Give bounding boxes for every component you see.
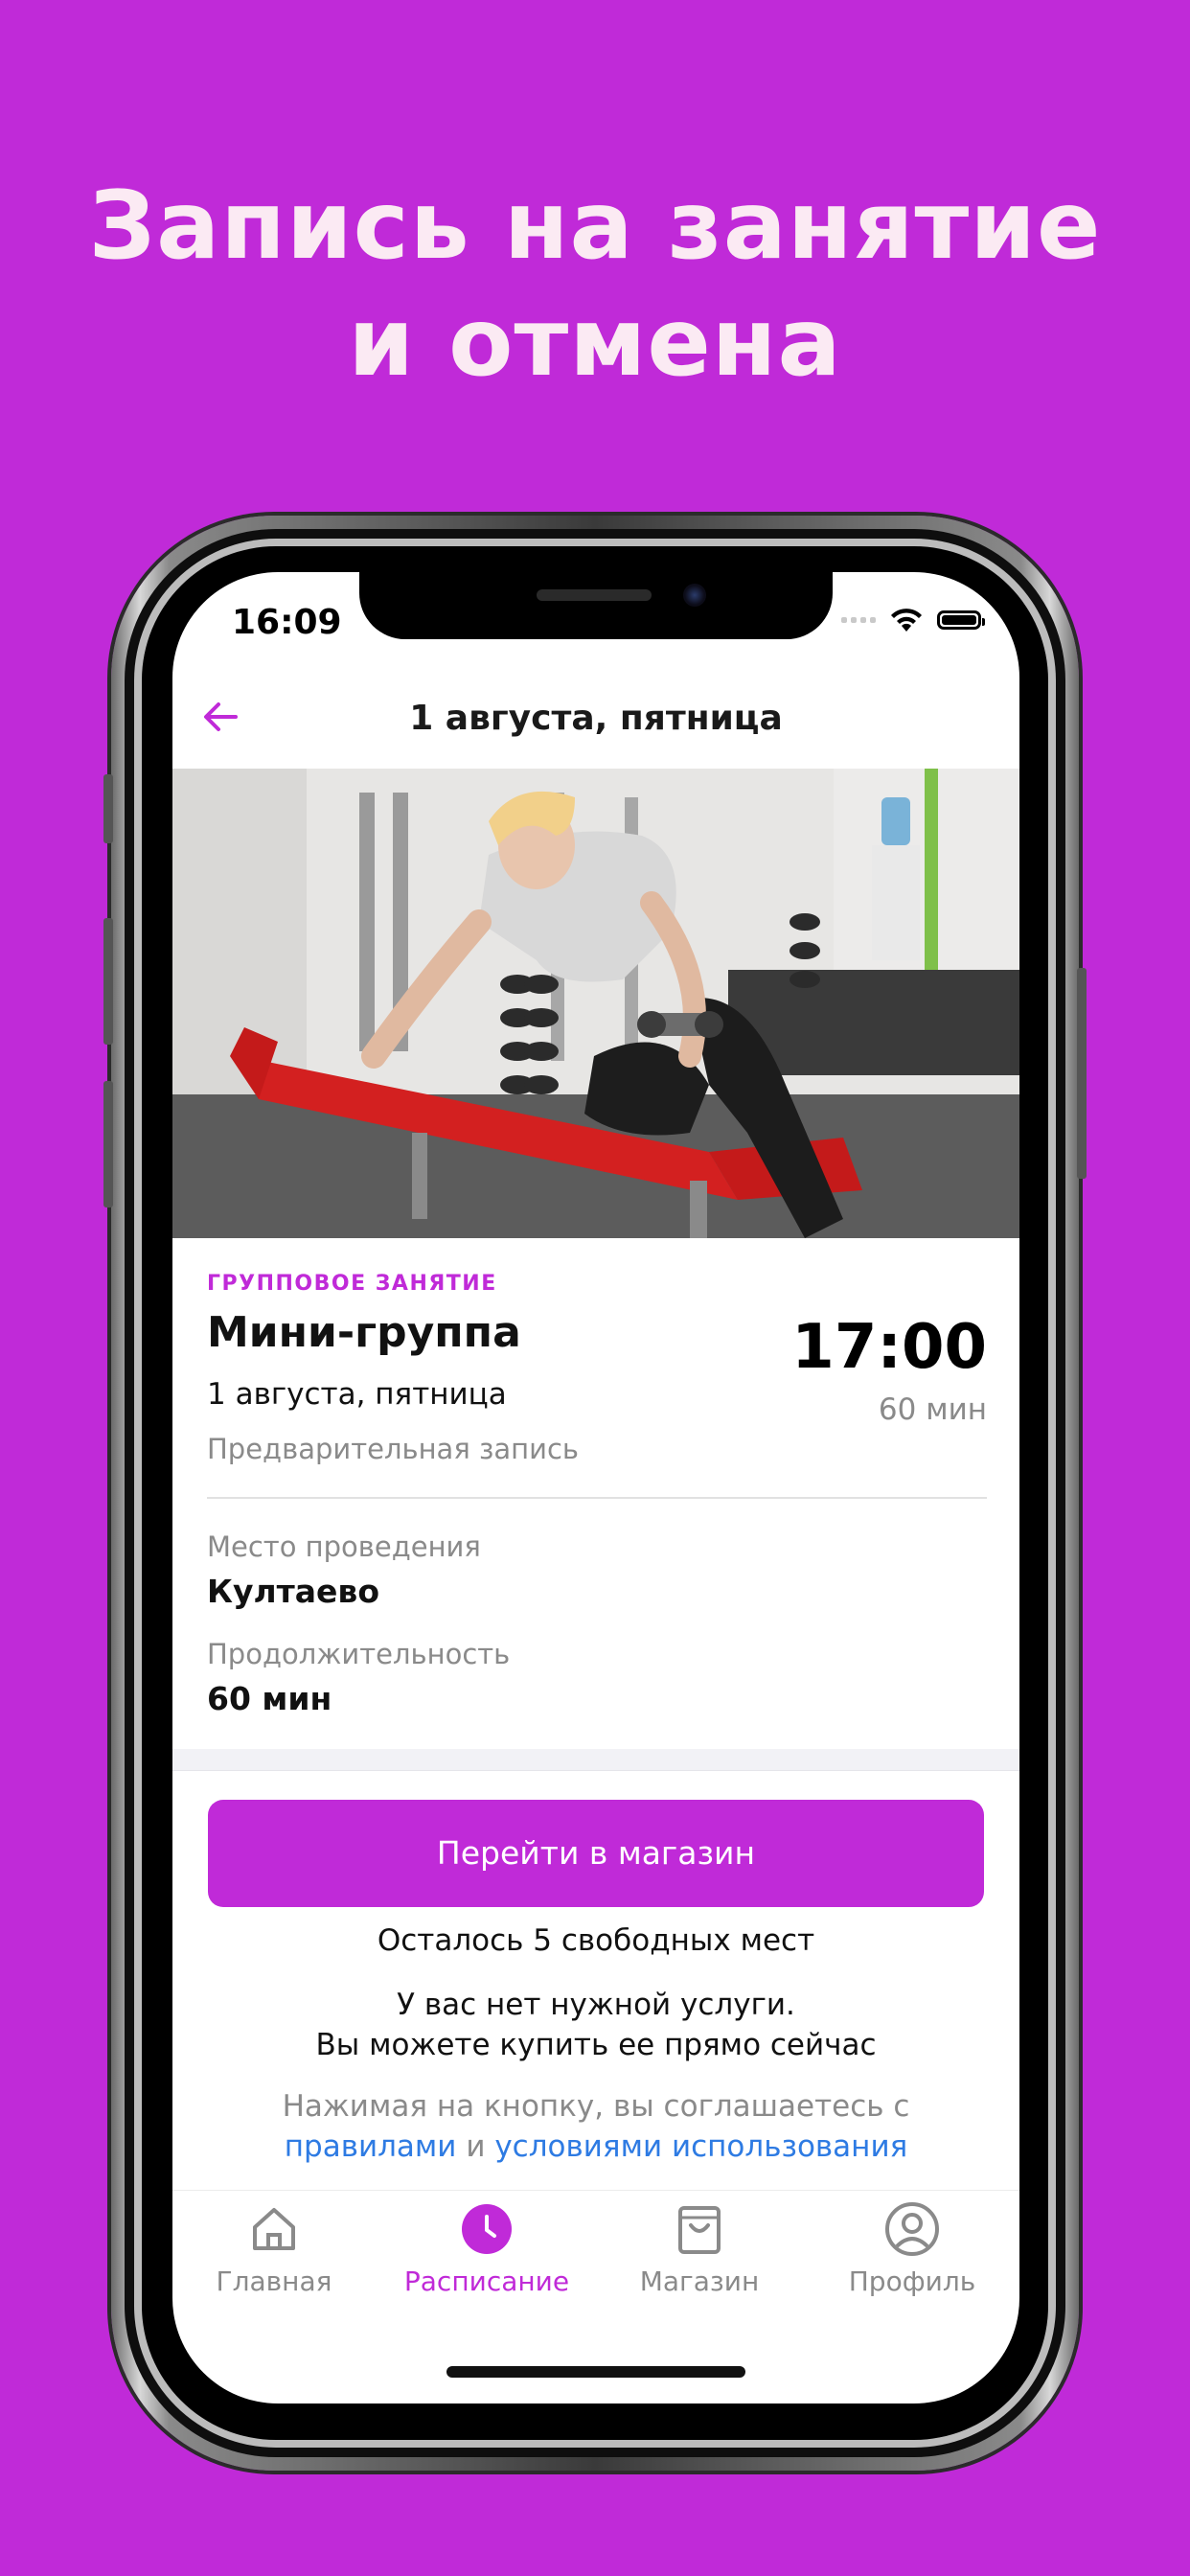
no-service-line-1: У вас нет нужной услуги. (397, 1988, 795, 2022)
tab-home-label: Главная (216, 2266, 332, 2297)
tab-profile[interactable]: Профиль (816, 2200, 1008, 2297)
place-label: Место проведения (207, 1530, 481, 1563)
clock-icon (458, 2200, 515, 2258)
tab-shop-label: Магазин (639, 2266, 760, 2297)
go-to-shop-button[interactable]: Перейти в магазин (208, 1800, 984, 1907)
duration-value: 60 мин (207, 1680, 332, 1717)
nav-bar: 1 августа, пятница (172, 678, 1019, 754)
free-seats-text: Осталось 5 свободных мест (377, 1923, 815, 1958)
tab-shop[interactable]: Магазин (604, 2200, 795, 2297)
tab-home[interactable]: Главная (178, 2200, 370, 2297)
class-info: ГРУППОВОЕ ЗАНЯТИЕ Мини-группа 1 августа,… (207, 1272, 987, 1465)
phone-mute-switch (103, 774, 113, 843)
signal-icon (841, 617, 876, 623)
home-indicator[interactable] (446, 2366, 745, 2378)
status-icons (841, 607, 985, 633)
camera (683, 584, 706, 607)
agreement-and: и (466, 2129, 486, 2164)
nav-title: 1 августа, пятница (409, 699, 783, 738)
class-photo (172, 769, 1019, 1238)
tab-schedule[interactable]: Расписание (391, 2200, 583, 2297)
app-screen: 16:09 1 августа, пятница ГРУППОВОЕ ЗАНЯТ… (172, 572, 1019, 2404)
section-separator (172, 1749, 1019, 1771)
place-value: Култаево (207, 1573, 379, 1610)
battery-icon (937, 610, 985, 630)
no-service-message: У вас нет нужной услуги. Вы можете купит… (172, 1985, 1019, 2065)
headline-line-2: и отмена (348, 288, 842, 398)
notch (359, 572, 833, 639)
phone-volume-down (103, 1081, 113, 1208)
class-duration: 60 мин (878, 1392, 987, 1427)
rules-link[interactable]: правилами (285, 2129, 457, 2164)
user-icon (883, 2200, 941, 2258)
agreement-line-1: Нажимая на кнопку, вы соглашаетесь с (282, 2089, 910, 2124)
duration-label: Продолжительность (207, 1638, 511, 1670)
class-date: 1 августа, пятница (207, 1377, 507, 1412)
home-icon (245, 2200, 303, 2258)
headline-line-1: Запись на занятие (88, 172, 1102, 281)
class-booking-type: Предварительная запись (207, 1433, 580, 1465)
speaker (537, 589, 652, 601)
tab-schedule-label: Расписание (403, 2266, 570, 2297)
class-category: ГРУППОВОЕ ЗАНЯТИЕ (207, 1272, 497, 1296)
phone-power-button (1077, 968, 1087, 1179)
wifi-icon (891, 609, 922, 632)
class-name: Мини-группа (207, 1308, 521, 1357)
status-time: 16:09 (232, 603, 342, 642)
no-service-line-2: Вы можете купить ее прямо сейчас (315, 2028, 877, 2062)
tab-profile-label: Профиль (848, 2266, 976, 2297)
class-start-time: 17:00 (791, 1312, 987, 1383)
terms-link[interactable]: условиями использования (494, 2129, 907, 2164)
shopping-bag-icon (671, 2200, 728, 2258)
phone-volume-up (103, 918, 113, 1045)
divider (207, 1497, 987, 1499)
tab-bar: Главная Расписание Магазин Профиль (172, 2190, 1019, 2315)
promo-headline: Запись на занятие и отмена (0, 168, 1190, 402)
agreement-text: Нажимая на кнопку, вы соглашаетесь с пра… (172, 2086, 1019, 2167)
